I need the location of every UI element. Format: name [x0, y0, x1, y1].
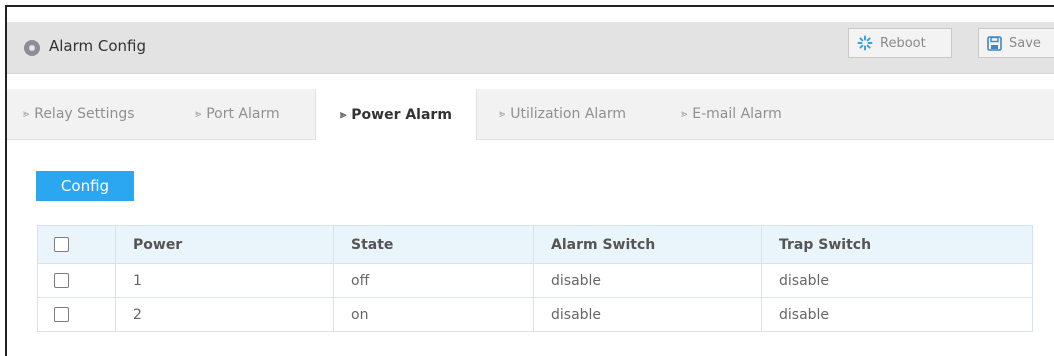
column-header-alarm-switch[interactable]: Alarm Switch — [533, 225, 762, 264]
tab-relay-settings[interactable]: ⪢ Relay Settings — [23, 89, 135, 139]
cell-state: on — [333, 297, 534, 332]
column-header-power[interactable]: Power — [115, 225, 334, 264]
save-label: Save — [1009, 35, 1041, 51]
tab-label: Utilization Alarm — [510, 106, 627, 122]
title-bar: Alarm Config Reboot Save — [7, 22, 1054, 74]
tab-bar: ⪢ Relay Settings ⪢ Port Alarm ⪢ Power Al… — [7, 89, 1054, 140]
location-pin-icon — [24, 40, 40, 56]
select-all-checkbox[interactable] — [54, 237, 69, 252]
tab-email-alarm[interactable]: ⪢ E-mail Alarm — [681, 89, 782, 139]
table-row[interactable]: 1 off disable disable — [37, 263, 1033, 298]
save-button[interactable]: Save — [978, 28, 1054, 58]
cell-state: off — [333, 263, 534, 298]
cell-alarm-switch: disable — [533, 263, 762, 298]
power-alarm-table: Power State Alarm Switch Trap Switch 1 o… — [37, 225, 1033, 332]
floppy-disk-icon — [987, 35, 1002, 51]
select-all-cell — [37, 225, 116, 264]
cell-trap-switch: disable — [761, 297, 1033, 332]
column-header-trap-switch[interactable]: Trap Switch — [761, 225, 1033, 264]
reboot-button[interactable]: Reboot — [848, 28, 952, 58]
reboot-label: Reboot — [880, 35, 926, 51]
app-frame: Alarm Config Reboot Save ⪢ Relay Setting… — [5, 5, 1054, 356]
tab-utilization-alarm[interactable]: ⪢ Utilization Alarm — [499, 89, 626, 139]
chevron-right-icon: ⪢ — [499, 107, 506, 120]
page-title: Alarm Config — [49, 37, 147, 55]
tab-port-alarm[interactable]: ⪢ Port Alarm — [195, 89, 280, 139]
chevron-right-icon: ⪢ — [681, 107, 688, 120]
tab-label: Port Alarm — [206, 106, 280, 122]
table-header-row: Power State Alarm Switch Trap Switch — [37, 225, 1033, 264]
chevron-right-icon: ⪢ — [195, 107, 202, 120]
row-select-cell — [37, 297, 116, 332]
cell-alarm-switch: disable — [533, 297, 762, 332]
cell-power: 1 — [115, 263, 334, 298]
column-header-state[interactable]: State — [333, 225, 534, 264]
row-checkbox[interactable] — [54, 307, 69, 322]
row-select-cell — [37, 263, 116, 298]
tab-label: Relay Settings — [34, 106, 135, 122]
table-row[interactable]: 2 on disable disable — [37, 297, 1033, 332]
row-checkbox[interactable] — [54, 273, 69, 288]
tab-power-alarm[interactable]: ⪢ Power Alarm — [315, 89, 477, 140]
tab-label: E-mail Alarm — [692, 106, 782, 122]
cell-trap-switch: disable — [761, 263, 1033, 298]
chevron-right-icon: ⪢ — [340, 107, 347, 121]
chevron-right-icon: ⪢ — [23, 107, 30, 120]
spinner-icon — [857, 35, 873, 51]
cell-power: 2 — [115, 297, 334, 332]
tab-label: Power Alarm — [351, 106, 452, 123]
config-button[interactable]: Config — [36, 171, 134, 201]
